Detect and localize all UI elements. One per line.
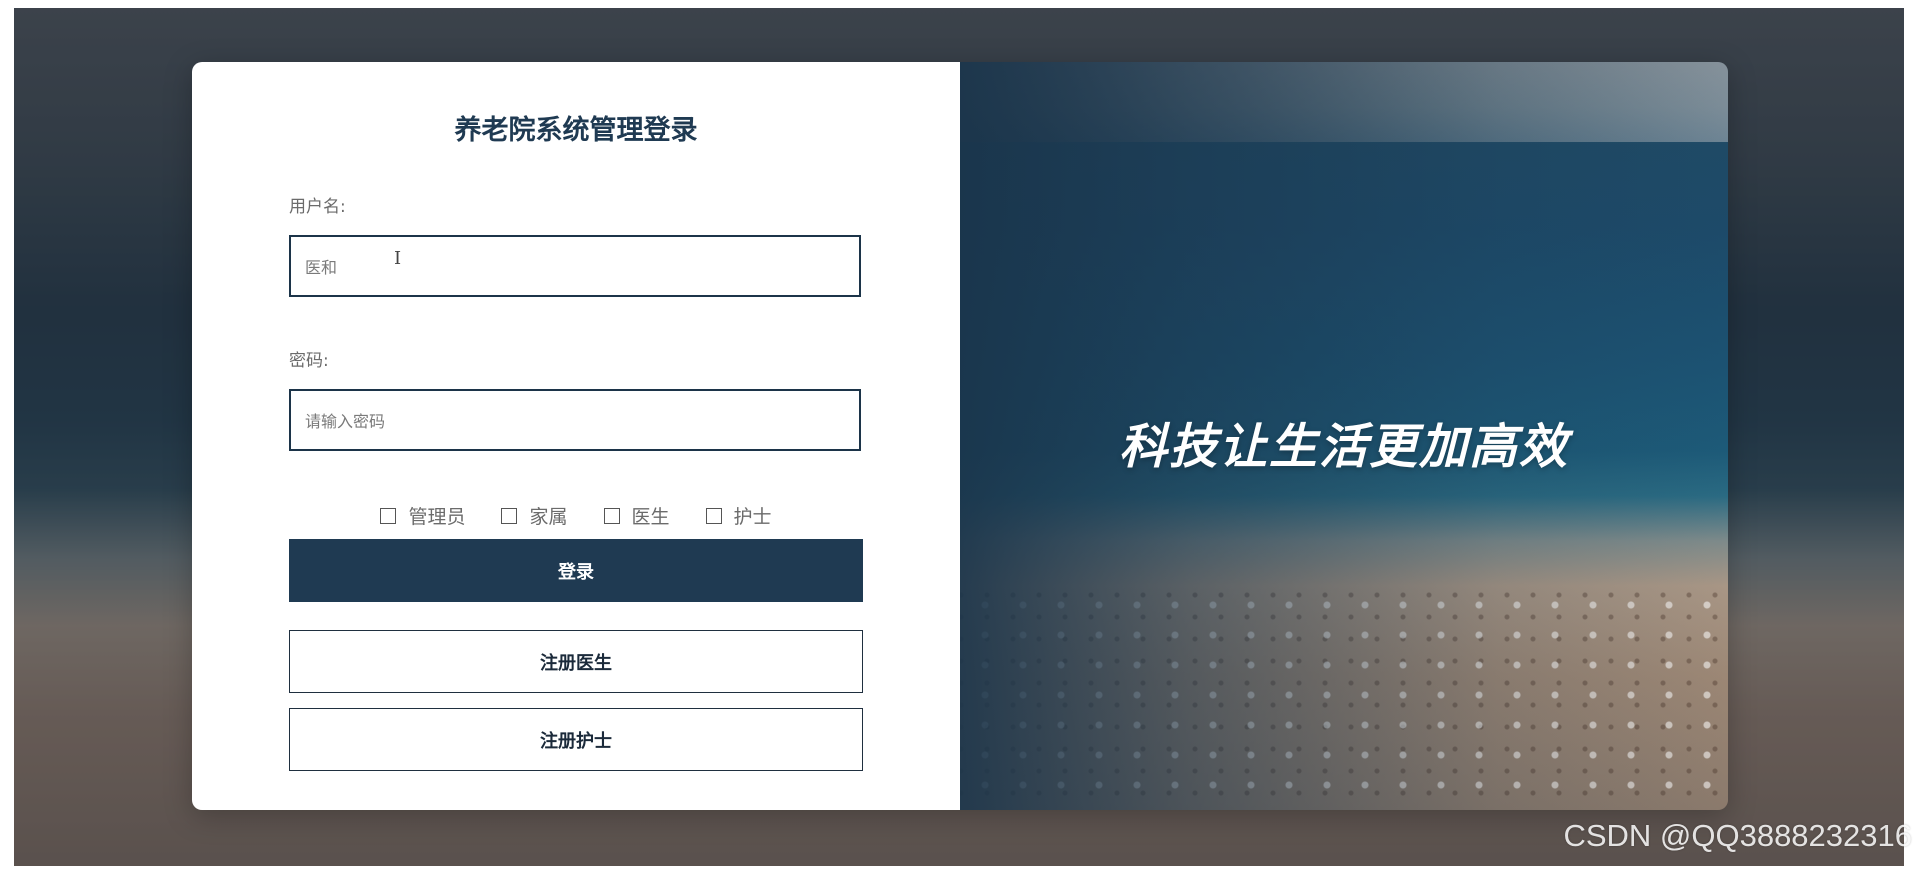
banner-slogan: 科技让生活更加高效: [1118, 419, 1569, 475]
password-label: 密码:: [289, 351, 329, 371]
register-doctor-button[interactable]: 注册医生: [289, 630, 863, 693]
role-option-admin[interactable]: 管理员: [380, 502, 465, 529]
page-title: 养老院系统管理登录: [454, 115, 698, 146]
username-label: 用户名:: [289, 197, 346, 217]
nurse-checkbox[interactable]: [705, 507, 722, 524]
family-checkbox[interactable]: [501, 507, 518, 524]
role-option-family[interactable]: 家属: [501, 502, 568, 529]
role-selector: 管理员 家属 医生 护士: [192, 502, 960, 529]
username-input-value: 医和: [305, 258, 338, 277]
banner-image-panel: 科技让生活更加高效: [960, 62, 1728, 810]
role-label-family: 家属: [529, 506, 568, 528]
password-input-placeholder: 请输入密码: [305, 412, 386, 431]
login-card: 养老院系统管理登录 用户名: 医和 I 密码: 请输入密码 管理员 家属 医生: [192, 62, 1728, 810]
role-option-doctor[interactable]: 医生: [603, 502, 670, 529]
register-nurse-button[interactable]: 注册护士: [289, 708, 863, 771]
role-label-nurse: 护士: [733, 506, 772, 528]
watermark: CSDN @QQ3888232316: [1563, 818, 1912, 853]
role-label-admin: 管理员: [408, 506, 466, 528]
login-button[interactable]: 登录: [289, 539, 863, 602]
role-label-doctor: 医生: [631, 506, 670, 528]
username-input[interactable]: 医和: [289, 235, 861, 297]
admin-checkbox[interactable]: [380, 507, 397, 524]
doctor-checkbox[interactable]: [603, 507, 620, 524]
role-option-nurse[interactable]: 护士: [705, 502, 772, 529]
text-cursor-icon: I: [394, 248, 402, 269]
password-input[interactable]: 请输入密码: [289, 389, 861, 451]
login-form-panel: 养老院系统管理登录 用户名: 医和 I 密码: 请输入密码 管理员 家属 医生: [192, 62, 960, 810]
